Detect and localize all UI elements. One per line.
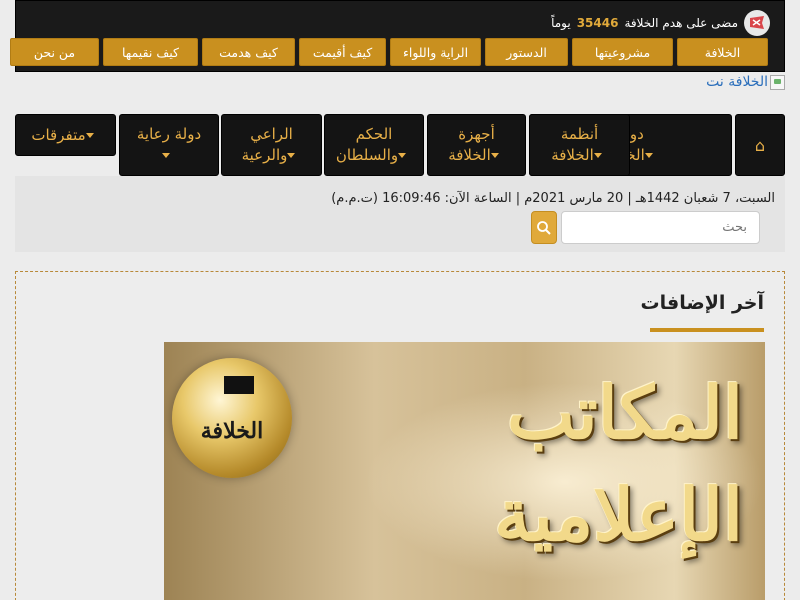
chevron-down-icon xyxy=(490,153,499,158)
info-bar: السبت، 7 شعبان 1442هـ | 20 مارس 2021م | … xyxy=(15,176,785,252)
search-button[interactable] xyxy=(531,211,557,244)
chevron-down-icon xyxy=(644,153,653,158)
top-link-how-to-establish[interactable]: كيف نقيمها xyxy=(103,38,198,66)
current-date: السبت، 7 شعبان 1442هـ | 20 مارس 2021م | … xyxy=(331,191,775,206)
main-nav: ⌂ دولة الخلافة أنظمة الخلافة أجهزة الخلا… xyxy=(15,114,785,176)
top-link-banner[interactable]: الراية واللواء xyxy=(390,38,481,66)
nav-item-organs[interactable]: أجهزة الخلافة xyxy=(427,114,526,176)
nav-item-label: متفرقات xyxy=(31,125,86,144)
nav-item-label: أجهزة xyxy=(458,125,495,143)
chevron-down-icon xyxy=(398,153,407,158)
globe-label: الخلافة xyxy=(200,418,264,444)
nav-item-label: الخلافة xyxy=(448,146,491,164)
section-title: آخر الإضافات xyxy=(640,292,764,314)
top-link-legitimacy[interactable]: مشروعيتها xyxy=(572,38,673,66)
nav-item-label: والرعية xyxy=(241,146,288,164)
caliphate-counter: مضى على هدم الخلافة 35446 يوماً xyxy=(551,10,770,36)
nav-item-shepherd[interactable]: الراعي والرعية xyxy=(221,114,322,176)
featured-banner[interactable]: الخلافة المكاتب الإعلامية xyxy=(164,342,765,600)
top-bar: مضى على هدم الخلافة 35446 يوماً الخلافة … xyxy=(10,0,785,72)
nav-item-label: الراعي xyxy=(250,125,293,143)
chevron-down-icon xyxy=(287,153,296,158)
top-link-khilafa[interactable]: الخلافة xyxy=(677,38,768,66)
site-logo[interactable]: الخلافة نت xyxy=(706,74,785,90)
nav-item-rule[interactable]: الحكم والسلطان xyxy=(324,114,424,176)
counter-suffix: يوماً xyxy=(551,16,571,30)
top-link-how-destroyed[interactable]: كيف هدمت xyxy=(202,38,295,66)
globe-logo: الخلافة xyxy=(172,358,292,478)
nav-item-systems[interactable]: أنظمة الخلافة xyxy=(529,114,630,176)
top-link-about-us[interactable]: من نحن xyxy=(10,38,99,66)
logo-alt-text[interactable]: الخلافة نت xyxy=(706,74,768,90)
flag-icon xyxy=(224,376,254,394)
nav-item-care-state[interactable]: دولة رعاية xyxy=(119,114,219,176)
title-underline xyxy=(650,328,764,332)
latest-additions-panel: آخر الإضافات الخلافة المكاتب الإعلامية xyxy=(15,271,785,600)
nav-item-label: والسلطان xyxy=(335,146,399,164)
banner-title-line2: الإعلامية xyxy=(494,472,743,557)
counter-prefix: مضى على هدم الخلافة xyxy=(624,16,738,30)
broken-image-icon xyxy=(770,74,785,90)
top-link-constitution[interactable]: الدستور xyxy=(485,38,568,66)
nav-item-label: دولة رعاية xyxy=(136,125,202,143)
nav-item-label: الحكم xyxy=(355,125,393,143)
flag-icon xyxy=(744,10,770,36)
chevron-down-icon xyxy=(85,132,94,138)
search-icon xyxy=(537,220,551,235)
chevron-down-icon xyxy=(162,153,170,158)
banner-title-line1: المكاتب xyxy=(506,370,743,455)
search-input[interactable] xyxy=(561,211,760,244)
nav-item-misc[interactable]: متفرقات xyxy=(15,114,116,156)
nav-item-label: أنظمة xyxy=(560,125,599,143)
chevron-down-icon xyxy=(593,153,602,158)
home-icon: ⌂ xyxy=(754,135,766,155)
top-links: الخلافة مشروعيتها الدستور الراية واللواء… xyxy=(10,38,768,66)
nav-item-label: الخلافة xyxy=(551,146,594,164)
nav-home[interactable]: ⌂ xyxy=(735,114,785,176)
counter-days: 35446 xyxy=(576,16,619,30)
top-link-how-established[interactable]: كيف أقيمت xyxy=(299,38,386,66)
